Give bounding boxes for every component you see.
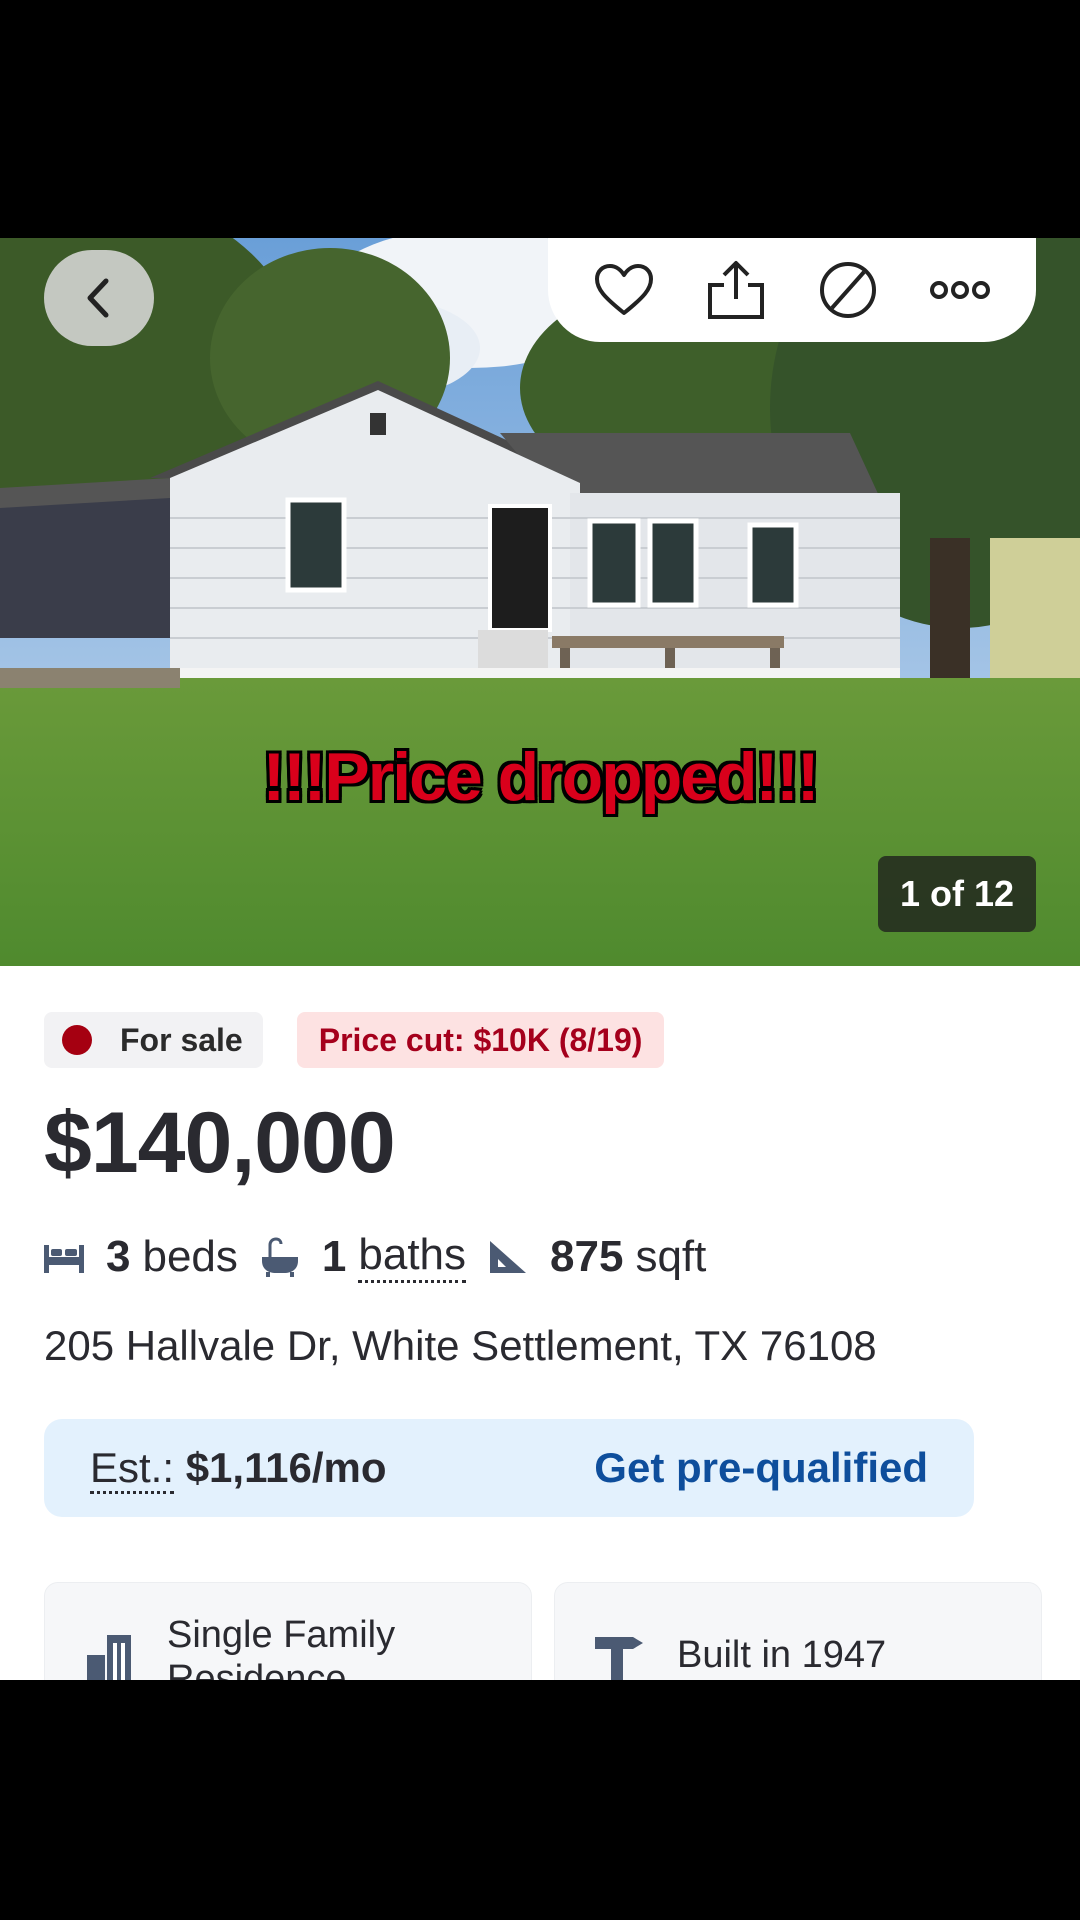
baths-label[interactable]: baths [358,1230,467,1283]
beds-label: beds [142,1231,238,1281]
key-facts: 3 beds 1 baths 875 sqft [44,1230,728,1283]
listing-photo[interactable]: !!!Price dropped!!! 1 of 12 [0,238,1080,966]
back-button[interactable] [44,250,154,346]
sqft-label: sqft [635,1231,707,1281]
status-badges: For sale Price cut: $10K (8/19) [44,1012,665,1068]
sqft-fact: 875 sqft [488,1232,706,1282]
estimate-label[interactable]: Est.: [90,1444,175,1494]
share-icon [708,261,764,319]
price-cut-badge: Price cut: $10K (8/19) [296,1012,665,1068]
for-sale-label: For sale [120,1021,243,1058]
year-built-card: Built in 1947 [554,1582,1042,1680]
bathtub-icon [261,1236,298,1277]
more-button[interactable] [928,258,992,322]
estimate-banner: Est.: $1,116/mo Get pre-qualified [44,1419,974,1517]
listing-price: $140,000 [44,1095,396,1191]
action-bar [548,238,1036,342]
heart-icon [595,264,653,315]
bed-icon [44,1244,84,1273]
listing-screen: !!!Price dropped!!! 1 of 12 For sale Pri… [0,238,1080,1680]
property-type-label: Single Family Residence [167,1614,396,1680]
estimate-value: $1,116/mo [185,1444,387,1491]
monthly-estimate: Est.: $1,116/mo [90,1444,387,1494]
price-dropped-overlay: !!!Price dropped!!! [262,739,819,815]
building-icon [87,1635,131,1680]
photo-counter: 1 of 12 [877,856,1036,932]
hide-icon [820,262,876,318]
baths-fact: 1 baths [260,1230,467,1283]
hide-button[interactable] [816,258,880,322]
status-dot-icon [62,1025,92,1055]
property-facts-cards: Single Family Residence Built in 1947 [44,1582,1042,1680]
get-prequalified-link[interactable]: Get pre-qualified [594,1444,928,1492]
ruler-triangle-icon [490,1240,527,1273]
favorite-button[interactable] [592,258,656,322]
for-sale-badge: For sale [44,1012,263,1068]
share-button[interactable] [704,258,768,322]
baths-value: 1 [321,1231,347,1281]
beds-fact: 3 beds [44,1232,238,1282]
chevron-left-icon [87,278,109,318]
sqft-value: 875 [550,1231,624,1281]
hammer-icon [595,1637,643,1680]
property-type-card: Single Family Residence [44,1582,532,1680]
year-built-label: Built in 1947 [677,1634,887,1676]
beds-value: 3 [106,1231,131,1281]
more-icon [930,281,990,299]
listing-address: 205 Hallvale Dr, White Settlement, TX 76… [44,1322,877,1369]
